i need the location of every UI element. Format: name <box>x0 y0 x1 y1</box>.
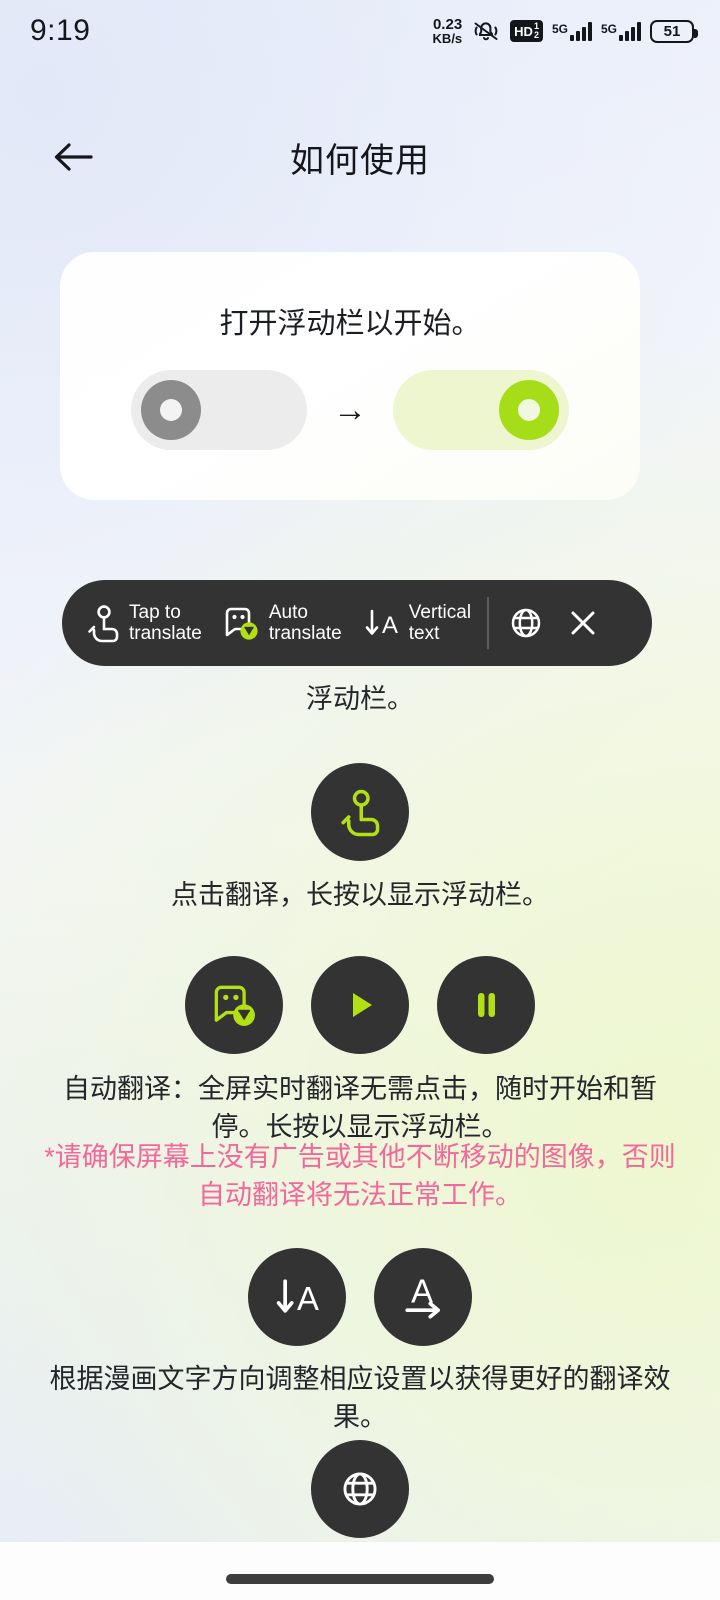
network-speed-unit: KB/s <box>432 31 463 46</box>
back-button[interactable] <box>42 126 104 188</box>
bottom-nav-area <box>0 1542 720 1600</box>
horizontal-text-icon: A <box>405 1273 440 1319</box>
text-direction-caption: 根据漫画文字方向调整相应设置以获得更好的翻译效果。 <box>49 1364 671 1433</box>
arrow-right-icon: → <box>333 391 367 429</box>
text-direction-button-row: A A <box>0 1248 720 1346</box>
sim2-network-label: 5G <box>600 21 617 36</box>
floating-bar-divider <box>487 597 490 649</box>
floating-bar-caption: 浮动栏。 <box>306 684 414 714</box>
language-button-row <box>0 1440 720 1538</box>
label-line1: Tap to <box>129 601 181 623</box>
auto-translate-button[interactable] <box>185 956 283 1054</box>
page-title: 如何使用 <box>290 141 430 180</box>
label-line2: translate <box>268 623 342 644</box>
floating-bar-item-tap-to-translate[interactable]: Tap to translate <box>86 602 202 645</box>
battery-icon: 51 <box>650 19 698 43</box>
floating-bar-label: Auto translate <box>269 602 342 645</box>
auto-translate-warning: *请确保屏幕上没有广告或其他不断移动的图像，否则自动翻译将无法正常工作。 <box>44 1142 676 1211</box>
toggle-illustration: → <box>60 370 640 450</box>
home-indicator-bar[interactable] <box>226 1574 494 1584</box>
vertical-text-icon: A <box>365 609 398 639</box>
label-line1: Vertical <box>408 601 472 623</box>
knob-hole <box>160 399 182 421</box>
hd-label: HD <box>514 23 533 39</box>
svg-text:A: A <box>382 612 398 639</box>
sim1-network-label: 5G <box>551 21 568 36</box>
language-button[interactable] <box>311 1440 409 1538</box>
close-icon <box>571 611 595 635</box>
floating-bar-label: Vertical text <box>409 602 471 645</box>
pause-button[interactable] <box>437 956 535 1054</box>
vertical-text-button[interactable]: A <box>248 1248 346 1346</box>
switch-knob-off <box>141 380 201 440</box>
status-bar: 9:19 0.23 KB/s HD 12 5G 5G 51 <box>0 0 720 62</box>
play-icon <box>353 993 372 1017</box>
bell-muted-icon <box>474 22 498 41</box>
floating-bar-close-button[interactable] <box>565 605 601 641</box>
floating-bar-preview: Tap to translate Auto translate A Vertic… <box>62 580 652 666</box>
switch-knob-on <box>499 380 559 440</box>
play-button[interactable] <box>311 956 409 1054</box>
card-title: 打开浮动栏以开始。 <box>219 308 481 340</box>
label-line2: translate <box>129 623 202 644</box>
auto-translate-button-row <box>0 956 720 1054</box>
enable-floating-bar-card: 打开浮动栏以开始。 → <box>60 252 640 500</box>
battery-level: 51 <box>663 22 681 40</box>
hd-voice-icon: HD 12 <box>510 20 543 42</box>
sim2-bars <box>619 21 641 41</box>
svg-text:A: A <box>297 1280 319 1317</box>
network-speed-value: 0.23 <box>432 16 463 33</box>
status-clock: 9:19 <box>30 14 91 47</box>
floating-bar-item-auto-translate[interactable]: Auto translate <box>222 602 342 645</box>
back-arrow-icon <box>54 143 93 171</box>
label-line1: Auto <box>268 601 308 623</box>
tap-hand-icon <box>341 789 380 837</box>
floating-bar-item-vertical-text[interactable]: A Vertical text <box>362 602 471 645</box>
floating-bar-label: Tap to translate <box>129 602 202 645</box>
switch-on-example[interactable] <box>393 370 569 450</box>
pause-icon <box>478 993 495 1017</box>
sim2-signal-icon: 5G <box>600 21 641 41</box>
vertical-text-icon: A <box>276 1279 319 1317</box>
auto-translate-caption: 自动翻译：全屏实时翻译无需点击，随时开始和暂停。长按以显示浮动栏。 <box>63 1074 657 1143</box>
floating-bar-language-button[interactable] <box>507 604 545 642</box>
tap-translate-button-row <box>0 763 720 861</box>
tap-translate-button[interactable] <box>311 763 409 861</box>
tap-hand-icon <box>88 605 119 643</box>
sim1-signal-icon: 5G <box>551 21 592 41</box>
status-icons: 0.23 KB/s HD 12 5G 5G 51 <box>433 17 698 45</box>
network-speed: 0.23 KB/s <box>433 17 463 45</box>
sim1-bars <box>569 21 592 41</box>
auto-translate-icon <box>214 985 255 1026</box>
label-line2: text <box>408 623 440 644</box>
hd-sim-indicator: 12 <box>533 21 539 40</box>
globe-icon <box>343 1472 377 1506</box>
globe-icon <box>511 608 541 638</box>
knob-hole <box>518 399 540 421</box>
app-header: 如何使用 <box>0 110 720 204</box>
horizontal-text-button[interactable]: A <box>374 1248 472 1346</box>
auto-translate-icon <box>225 607 258 640</box>
switch-off-example[interactable] <box>131 370 307 450</box>
tap-translate-caption: 点击翻译，长按以显示浮动栏。 <box>171 880 549 910</box>
